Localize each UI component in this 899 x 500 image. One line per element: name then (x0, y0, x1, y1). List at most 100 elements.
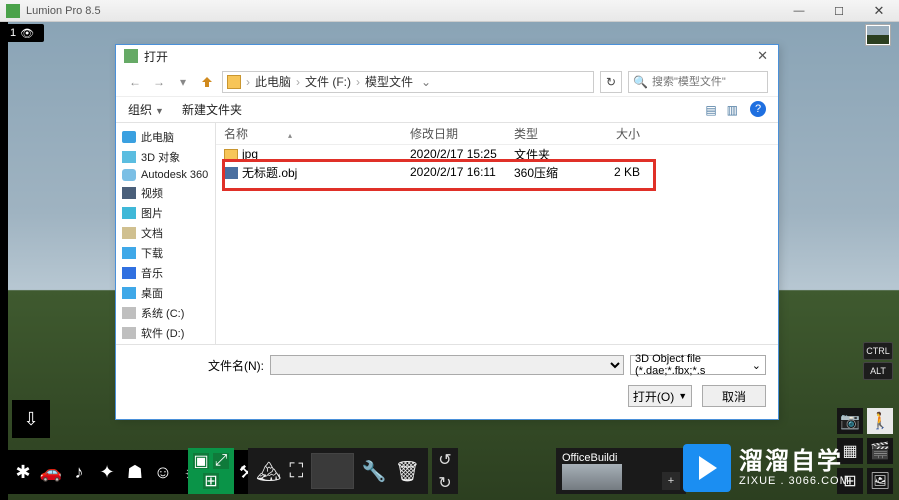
placement-panel: ▣ ⤢ ⊞ (188, 448, 234, 494)
open-button[interactable]: 打开(O)▼ (628, 385, 692, 407)
place-grid-button[interactable]: ⊞ (203, 473, 219, 489)
place-single-button[interactable]: ▣ (193, 453, 209, 469)
tree-item[interactable]: Autodesk 360 (116, 167, 215, 183)
search-box[interactable]: 🔍 (628, 71, 768, 93)
mountain-icon[interactable]: 🏔 (256, 459, 281, 484)
dialog-close-button[interactable]: ✕ (757, 48, 768, 64)
folder-icon (224, 149, 238, 161)
new-folder-button[interactable]: 新建文件夹 (182, 101, 242, 118)
tree-item[interactable]: 软件 (D:) (116, 323, 215, 343)
redo-button[interactable]: ↻ (438, 473, 451, 493)
cancel-button[interactable]: 取消 (702, 385, 766, 407)
file-type: 文件夹 (506, 146, 588, 163)
refresh-button[interactable]: ↻ (600, 71, 622, 93)
crumb-1[interactable]: 文件 (F:) (305, 73, 351, 90)
file-type: 360压缩 (506, 164, 588, 181)
nav-tree[interactable]: 此电脑 3D 对象 Autodesk 360 视频图片文档下载音乐桌面系统 (C:) 软… (116, 123, 216, 344)
crumb-2[interactable]: 模型文件 (365, 73, 413, 90)
dl-icon (122, 247, 136, 259)
photo-mode-button[interactable]: 🖼 (867, 468, 893, 494)
layer-badge[interactable]: 1 👁 (0, 24, 44, 42)
address-caret-icon[interactable]: ⌄ (415, 75, 431, 89)
weather-mode-button[interactable]: ▦ (837, 438, 863, 464)
fullscreen-icon[interactable]: ⛶ (289, 460, 303, 483)
chevron-down-icon: ⌄ (752, 359, 761, 372)
search-input[interactable] (652, 76, 762, 88)
col-date[interactable]: 修改日期 (402, 125, 506, 142)
tree-item[interactable]: 系统 (C:) (116, 303, 215, 323)
sound-tool[interactable]: ♪ (66, 459, 92, 485)
filetype-label: 3D Object file (*.dae;*.fbx;*.s (635, 353, 752, 377)
people-tool[interactable]: ☺ (150, 459, 176, 485)
help-button[interactable]: ? (750, 101, 766, 117)
edit-tools: 🏔 ⛶ 🔧 🗑 (248, 448, 428, 494)
tree-item[interactable]: 音乐 (116, 263, 215, 283)
col-name[interactable]: 名称▴ (216, 125, 402, 142)
dialog-title: 打开 (144, 48, 168, 65)
organize-button[interactable]: 组织▼ (128, 101, 164, 118)
minimize-button[interactable]: — (779, 0, 819, 22)
eye-icon: 👁 (20, 27, 34, 40)
filetype-select[interactable]: 3D Object file (*.dae;*.fbx;*.s ⌄ (630, 355, 766, 375)
table-row[interactable]: jpg2020/2/17 15:25文件夹 (216, 145, 778, 163)
dialog-titlebar[interactable]: 打开 ✕ (116, 45, 778, 67)
cloud-icon (122, 169, 136, 181)
tree-item-label: 视频 (141, 185, 163, 201)
tree-item[interactable]: 桌面 (116, 283, 215, 303)
view-mode-button[interactable]: ▤ (705, 103, 716, 117)
nav-forward-button[interactable]: → (150, 73, 168, 91)
undo-redo-panel: ↺ ↻ (432, 448, 458, 494)
col-type[interactable]: 类型 (506, 125, 588, 142)
app-title: Lumion Pro 8.5 (26, 5, 101, 17)
col-size[interactable]: 大小 (588, 125, 648, 142)
mini-preview[interactable] (865, 24, 891, 46)
filename-input[interactable] (270, 355, 624, 375)
doc-icon (122, 227, 136, 239)
tree-item-label: 图片 (141, 205, 163, 221)
tree-item-label: 系统 (C:) (141, 305, 184, 321)
import-download-button[interactable]: ⇩ (12, 400, 50, 438)
file-date: 2020/2/17 15:25 (402, 147, 506, 161)
movie-mode-button[interactable]: 🎬 (867, 438, 893, 464)
effect-tool[interactable]: ✦ (94, 459, 120, 485)
preview-pane-button[interactable]: ▥ (727, 103, 738, 117)
gallery-mode-button[interactable]: ⊞ (837, 468, 863, 494)
nav-back-button[interactable]: ← (126, 73, 144, 91)
tree-item[interactable]: 视频 (116, 183, 215, 203)
nature-tool[interactable]: ✱ (10, 459, 36, 485)
file-name: 无标题.obj (242, 166, 297, 180)
maximize-button[interactable]: ☐ (819, 0, 859, 22)
place-expand-button[interactable]: ⤢ (213, 453, 229, 469)
crumb-0[interactable]: 此电脑 (255, 73, 291, 90)
obj-icon (224, 167, 238, 179)
transport-tool[interactable]: 🚗 (38, 459, 64, 485)
nav-up-button[interactable] (198, 73, 216, 91)
tree-item[interactable]: 此电脑 (116, 127, 215, 147)
indoor-tool[interactable]: ☗ (122, 459, 148, 485)
drv-icon (122, 307, 136, 319)
tree-item[interactable]: 图片 (116, 203, 215, 223)
asset-card[interactable]: OfficeBuildi + (556, 448, 686, 494)
dialog-footer: 文件名(N): 3D Object file (*.dae;*.fbx;*.s … (116, 344, 778, 419)
tree-item[interactable]: 文档 (116, 223, 215, 243)
tree-item-label: 3D 对象 (141, 149, 180, 165)
table-row[interactable]: 无标题.obj2020/2/17 16:11360压缩2 KB (216, 163, 778, 181)
camera-mode-button[interactable]: 📷 (837, 408, 863, 434)
drv-icon (122, 327, 136, 339)
file-list-header[interactable]: 名称▴ 修改日期 类型 大小 (216, 123, 778, 145)
address-bar[interactable]: › 此电脑 › 文件 (F:) › 模型文件 ⌄ (222, 71, 594, 93)
dialog-toolbar: 组织▼ 新建文件夹 ▤ ▥ ? (116, 97, 778, 123)
desk-icon (122, 287, 136, 299)
settings-icon[interactable]: 🔧 (362, 459, 387, 484)
tree-item[interactable]: 3D 对象 (116, 147, 215, 167)
build-mode-button[interactable]: 🚶 (867, 408, 893, 434)
nav-recent-caret[interactable]: ▾ (174, 73, 192, 91)
selected-model-thumb[interactable] (311, 453, 353, 489)
filename-label: 文件名(N): (208, 357, 264, 374)
undo-button[interactable]: ↺ (438, 450, 451, 470)
tree-item[interactable]: 下载 (116, 243, 215, 263)
file-list[interactable]: 名称▴ 修改日期 类型 大小 jpg2020/2/17 15:25文件夹无标题.… (216, 123, 778, 344)
close-button[interactable]: ✕ (859, 0, 899, 22)
trash-icon[interactable]: 🗑 (395, 459, 420, 484)
add-asset-button[interactable]: + (662, 472, 680, 490)
